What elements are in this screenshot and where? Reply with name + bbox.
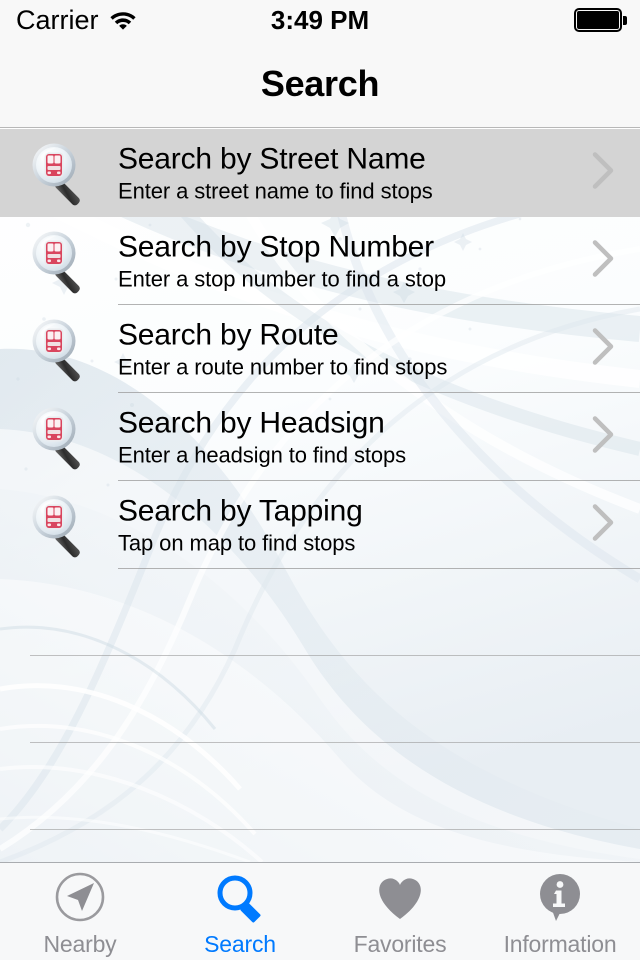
navigation-arrow-circle-icon: [49, 871, 111, 927]
tab-label: Favorites: [353, 931, 447, 957]
chevron-right-icon: [590, 327, 616, 372]
empty-list-row: [0, 569, 640, 656]
list-item-title: Search by Tapping: [118, 494, 363, 528]
tab-favorites[interactable]: Favorites: [320, 863, 480, 960]
list-item-text: Search by Street Name Enter a street name…: [118, 143, 433, 204]
empty-list-row: [0, 656, 640, 743]
page-title: Search: [260, 62, 380, 104]
chevron-right-icon: [590, 503, 616, 548]
list-item-subtitle: Tap on map to find stops: [118, 530, 356, 556]
tab-search[interactable]: Search: [160, 863, 320, 960]
info-speech-bubble-icon: [529, 871, 591, 927]
heart-icon: [369, 871, 431, 927]
chevron-right-icon: [590, 151, 616, 196]
tab-label: Information: [503, 931, 617, 957]
tab-nearby[interactable]: Nearby: [0, 863, 160, 960]
list-item[interactable]: Search by Headsign Enter a headsign to fi…: [0, 393, 640, 481]
magnifier-bus-icon: [22, 135, 98, 211]
tab-label: Search: [204, 931, 276, 957]
list-item-title: Search by Headsign: [118, 406, 385, 440]
magnifier-bus-icon: [22, 311, 98, 387]
clock-label: 3:49 PM: [270, 4, 370, 35]
tab-information[interactable]: Information: [480, 863, 640, 960]
magnifier-bus-icon: [22, 487, 98, 563]
status-bar: Carrier 3:49 PM: [0, 0, 640, 40]
navigation-bar: Search: [0, 40, 640, 128]
list-item-text: Search by Stop Number Enter a stop number…: [118, 231, 446, 292]
list-item-title: Search by Street Name: [118, 142, 426, 176]
search-options-list: Search by Street Name Enter a street name…: [0, 129, 640, 862]
list-item[interactable]: Search by Tapping Tap on map to find stop…: [0, 481, 640, 569]
list-item-subtitle: Enter a stop number to find a stop: [118, 266, 447, 292]
list-item-text: Search by Tapping Tap on map to find stop…: [118, 495, 363, 556]
chevron-right-icon: [590, 415, 616, 460]
list-item-subtitle: Enter a headsign to find stops: [118, 442, 407, 468]
battery-full-icon: [574, 8, 627, 32]
list-item-title: Search by Route: [118, 318, 339, 352]
status-bar-right: [574, 0, 627, 40]
tab-label: Nearby: [43, 931, 117, 957]
list-item-subtitle: Enter a street name to find stops: [118, 178, 433, 204]
app-screen: Carrier 3:49 PM Search Search by Street …: [0, 0, 640, 960]
list-item-text: Search by Route Enter a route number to f…: [118, 319, 447, 380]
tab-bar: Nearby Search Favorites Information: [0, 862, 640, 960]
option-rows: Search by Street Name Enter a street name…: [0, 129, 640, 862]
chevron-right-icon: [590, 239, 616, 284]
magnifier-bus-icon: [22, 223, 98, 299]
list-item[interactable]: Search by Stop Number Enter a stop number…: [0, 217, 640, 305]
list-item-title: Search by Stop Number: [118, 230, 434, 264]
magnifier-icon: [209, 871, 271, 927]
magnifier-bus-icon: [22, 399, 98, 475]
list-item[interactable]: Search by Route Enter a route number to f…: [0, 305, 640, 393]
empty-list-row: [0, 743, 640, 830]
list-item-text: Search by Headsign Enter a headsign to fi…: [118, 407, 406, 468]
empty-list-row: [0, 830, 640, 862]
list-item[interactable]: Search by Street Name Enter a street name…: [0, 129, 640, 217]
list-item-subtitle: Enter a route number to find stops: [118, 354, 448, 380]
